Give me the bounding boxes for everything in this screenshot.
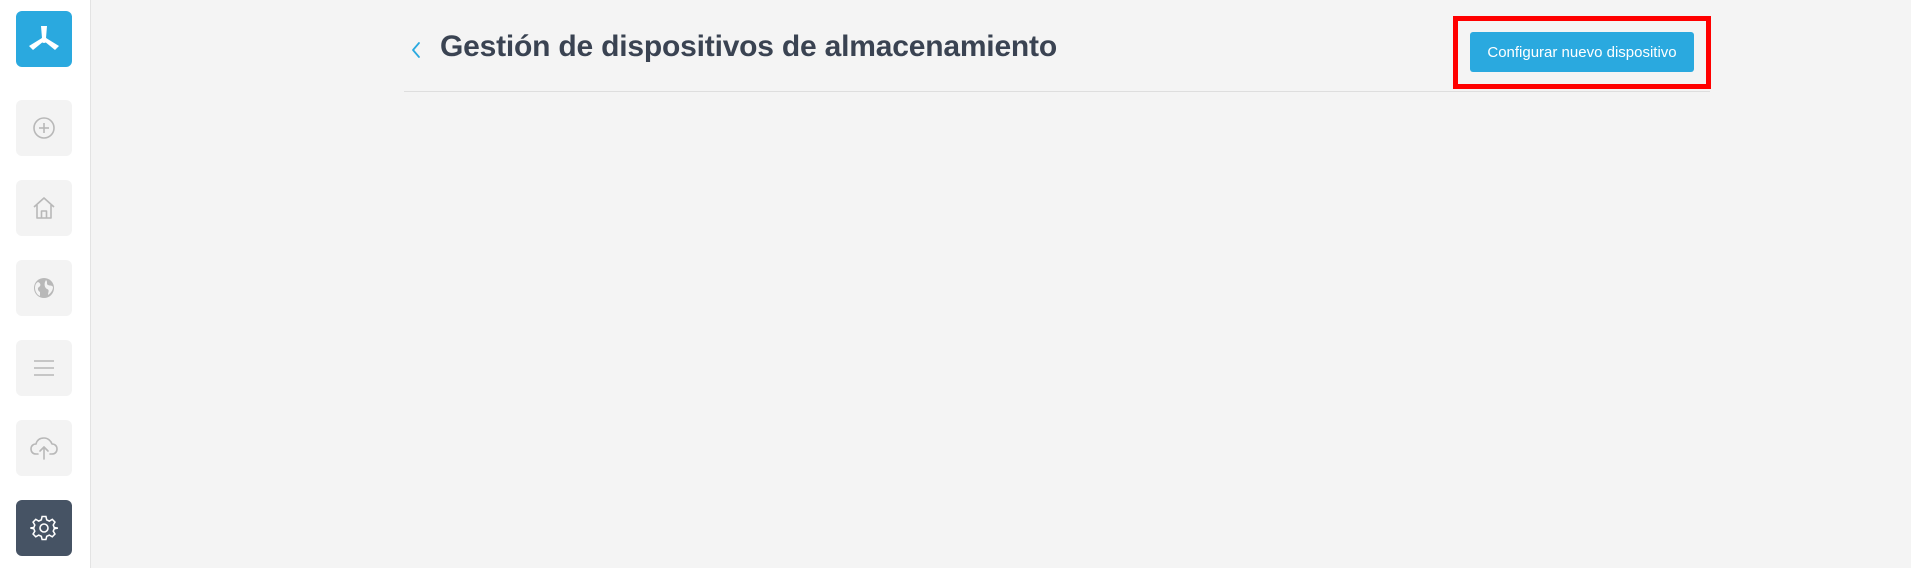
add-circle-icon — [32, 116, 56, 140]
app-logo-icon — [27, 24, 61, 54]
gear-icon — [30, 514, 58, 542]
page-title: Gestión de dispositivos de almacenamient… — [440, 30, 1057, 63]
configure-new-device-button[interactable]: Configurar nuevo dispositivo — [1470, 32, 1694, 72]
sidebar-item-settings[interactable] — [16, 500, 72, 556]
app-logo-button[interactable] — [16, 11, 72, 67]
menu-lines-icon — [32, 358, 56, 378]
sidebar-item-list[interactable] — [16, 340, 72, 396]
sidebar — [0, 0, 91, 568]
chevron-left-icon — [410, 41, 422, 64]
sidebar-item-upload[interactable] — [16, 420, 72, 476]
cloud-upload-icon — [29, 435, 59, 461]
sidebar-item-add[interactable] — [16, 100, 72, 156]
globe-icon — [32, 276, 56, 300]
main-content: Gestión de dispositivos de almacenamient… — [90, 0, 1911, 568]
sidebar-item-home[interactable] — [16, 180, 72, 236]
back-button[interactable] — [404, 38, 428, 66]
sidebar-item-globe[interactable] — [16, 260, 72, 316]
home-icon — [31, 196, 57, 220]
